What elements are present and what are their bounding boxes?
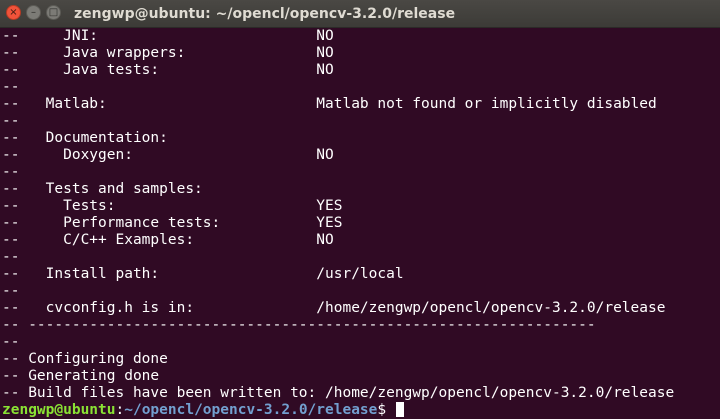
- output-line: -- Java tests: NO: [2, 62, 334, 78]
- prompt-path: ~/opencl/opencv-3.2.0/release: [124, 402, 378, 418]
- output-lines: -- JNI: NO -- Java wrappers: NO -- Java te…: [0, 28, 720, 402]
- prompt-symbol: $: [377, 402, 395, 418]
- prompt-separator: :: [115, 402, 125, 418]
- maximize-icon: □: [48, 6, 59, 18]
- output-line: -- C/C++ Examples: NO: [2, 232, 334, 248]
- output-line: -- Build files have been written to: /ho…: [2, 385, 675, 401]
- output-line: -- Performance tests: YES: [2, 215, 343, 231]
- output-line: --: [2, 249, 20, 265]
- title-bar[interactable]: × – □ zengwp@ubuntu: ~/opencl/opencv-3.2…: [0, 0, 720, 28]
- output-line: --: [2, 164, 20, 180]
- output-line: -- Tests and samples:: [2, 181, 203, 197]
- window-controls: × – □: [6, 5, 61, 20]
- window-title: zengwp@ubuntu: ~/opencl/opencv-3.2.0/rel…: [74, 6, 456, 22]
- output-line: -- Java wrappers: NO: [2, 45, 334, 61]
- close-icon: ×: [9, 6, 18, 18]
- output-line: -- Matlab: Matlab not found or implicitl…: [2, 96, 657, 112]
- minimize-icon: –: [31, 6, 36, 18]
- output-line: -- cvconfig.h is in: /home/zengwp/opencl…: [2, 300, 666, 316]
- terminal-output[interactable]: -- JNI: NO -- Java wrappers: NO -- Java te…: [0, 28, 720, 419]
- output-line: --: [2, 113, 20, 129]
- close-button[interactable]: ×: [6, 5, 21, 20]
- prompt-user-host: zengwp@ubuntu: [2, 402, 116, 418]
- terminal-window: × – □ zengwp@ubuntu: ~/opencl/opencv-3.2…: [0, 0, 720, 419]
- output-line: --: [2, 334, 20, 350]
- output-line: --: [2, 283, 20, 299]
- text-cursor: [395, 402, 404, 417]
- output-line: -- Configuring done: [2, 351, 168, 367]
- output-line: -- Doxygen: NO: [2, 147, 334, 163]
- minimize-button[interactable]: –: [26, 5, 41, 20]
- shell-prompt[interactable]: zengwp@ubuntu:~/opencl/opencv-3.2.0/rele…: [0, 402, 720, 419]
- maximize-button[interactable]: □: [46, 5, 61, 20]
- output-line: --: [2, 79, 20, 95]
- output-line: -- -------------------------------------…: [2, 317, 596, 333]
- output-line: -- JNI: NO: [2, 28, 334, 44]
- output-line: -- Install path: /usr/local: [2, 266, 404, 282]
- output-line: -- Tests: YES: [2, 198, 343, 214]
- output-line: -- Generating done: [2, 368, 160, 384]
- output-line: -- Documentation:: [2, 130, 168, 146]
